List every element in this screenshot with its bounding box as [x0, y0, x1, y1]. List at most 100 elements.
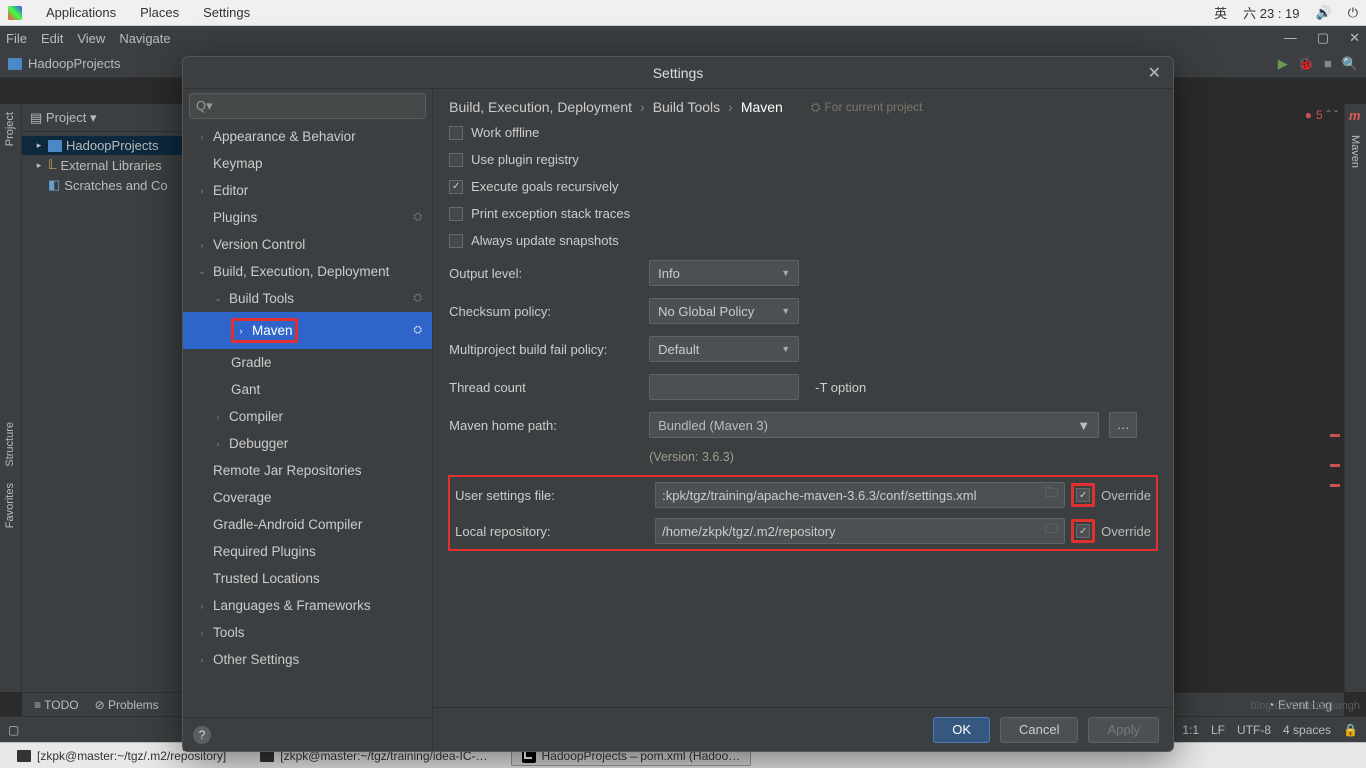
- checkbox-icon: [1076, 488, 1090, 502]
- print-exception-checkbox[interactable]: Print exception stack traces: [449, 206, 1157, 221]
- breadcrumb-a[interactable]: Build, Execution, Deployment: [449, 99, 632, 115]
- cat-editor[interactable]: ›Editor: [183, 177, 432, 204]
- ide-menu-bar: File Edit View Navigate — ▢ ✕: [0, 26, 1366, 50]
- volume-icon[interactable]: 🔊: [1316, 5, 1332, 21]
- user-settings-label: User settings file:: [455, 488, 645, 503]
- menu-edit[interactable]: Edit: [41, 31, 63, 46]
- todo-tab[interactable]: ≡ TODO: [34, 698, 79, 712]
- maven-home-select[interactable]: Bundled (Maven 3)▼: [649, 412, 1099, 438]
- left-tool-strip: Project Structure Favorites: [0, 104, 22, 692]
- cat-build[interactable]: ⌄Build, Execution, Deployment: [183, 258, 432, 285]
- window-close-icon[interactable]: ✕: [1349, 30, 1360, 46]
- override-label: Override: [1101, 488, 1151, 503]
- window-minimize-icon[interactable]: —: [1284, 30, 1297, 46]
- plugin-registry-checkbox[interactable]: Use plugin registry: [449, 152, 1157, 167]
- cat-maven[interactable]: ›Maven⛭: [183, 312, 432, 349]
- encoding[interactable]: UTF-8: [1237, 723, 1271, 737]
- indent[interactable]: 4 spaces: [1283, 723, 1331, 737]
- update-snapshots-checkbox[interactable]: Always update snapshots: [449, 233, 1157, 248]
- activities-icon: [8, 6, 22, 20]
- chevron-down-icon: ▼: [781, 344, 790, 354]
- browse-maven-home-button[interactable]: …: [1109, 412, 1137, 438]
- maven-letter-icon: m: [1345, 104, 1366, 127]
- thread-count-label: Thread count: [449, 380, 639, 395]
- error-indicator[interactable]: ●5 ˆ ˇ: [1305, 108, 1338, 122]
- favorites-tab[interactable]: Favorites: [0, 475, 20, 536]
- system-menu-bar: Applications Places Settings 英 六 23 : 19…: [0, 0, 1366, 26]
- cat-keymap[interactable]: Keymap: [183, 150, 432, 177]
- caret-position: 1:1: [1182, 723, 1199, 737]
- project-view-selector[interactable]: ▤ Project ▾: [30, 110, 97, 126]
- cat-appearance[interactable]: ›Appearance & Behavior: [183, 123, 432, 150]
- multiproject-fail-select[interactable]: Default▼: [649, 336, 799, 362]
- cat-other[interactable]: ›Other Settings: [183, 646, 432, 673]
- gear-icon: ⛭: [413, 211, 422, 224]
- cat-compiler[interactable]: ›Compiler: [183, 403, 432, 430]
- problems-tab[interactable]: ⊘ Problems: [95, 698, 159, 712]
- menu-view[interactable]: View: [77, 31, 105, 46]
- local-repo-label: Local repository:: [455, 524, 645, 539]
- help-icon[interactable]: ?: [193, 726, 211, 744]
- local-repo-override-checkbox[interactable]: [1071, 519, 1095, 543]
- cat-build-tools[interactable]: ⌄Build Tools⛭: [183, 285, 432, 312]
- dialog-close-icon[interactable]: ✕: [1148, 63, 1161, 83]
- settings-content: Build, Execution, Deployment › Build Too…: [433, 89, 1173, 751]
- user-settings-input[interactable]: :kpk/tgz/training/apache-maven-3.6.3/con…: [655, 482, 1065, 508]
- structure-tab[interactable]: Structure: [0, 414, 20, 475]
- folder-icon[interactable]: 🗀: [1045, 484, 1058, 506]
- maven-tab[interactable]: Maven: [1345, 127, 1365, 176]
- cat-gant[interactable]: Gant: [183, 376, 432, 403]
- checkbox-icon: [449, 207, 463, 221]
- cat-gradle[interactable]: Gradle: [183, 349, 432, 376]
- apply-button[interactable]: Apply: [1088, 717, 1159, 743]
- cat-remote-jar[interactable]: Remote Jar Repositories: [183, 457, 432, 484]
- work-offline-checkbox[interactable]: Work offline: [449, 125, 1157, 140]
- window-maximize-icon[interactable]: ▢: [1317, 30, 1329, 46]
- dialog-title-bar: Settings ✕: [183, 57, 1173, 89]
- cancel-button[interactable]: Cancel: [1000, 717, 1078, 743]
- breadcrumb-b[interactable]: Build Tools: [653, 99, 720, 115]
- menu-file[interactable]: File: [6, 31, 27, 46]
- folder-icon[interactable]: 🗀: [1045, 520, 1058, 542]
- user-settings-override-checkbox[interactable]: [1071, 483, 1095, 507]
- stop-icon[interactable]: ■: [1324, 56, 1332, 71]
- lock-icon[interactable]: 🔒: [1343, 723, 1358, 737]
- checksum-label: Checksum policy:: [449, 304, 639, 319]
- thread-count-input[interactable]: [649, 374, 799, 400]
- watermark: blog.csdn.net/sujiangh: [1251, 700, 1360, 712]
- run-icon[interactable]: ▶: [1278, 56, 1288, 72]
- cat-tools[interactable]: ›Tools: [183, 619, 432, 646]
- checksum-select[interactable]: No Global Policy▼: [649, 298, 799, 324]
- execute-recursive-checkbox[interactable]: Execute goals recursively: [449, 179, 1157, 194]
- cat-debugger[interactable]: ›Debugger: [183, 430, 432, 457]
- cat-plugins[interactable]: Plugins⛭: [183, 204, 432, 231]
- gear-icon: ⛭: [413, 324, 422, 337]
- override-label: Override: [1101, 524, 1151, 539]
- cat-required-plugins[interactable]: Required Plugins: [183, 538, 432, 565]
- settings-sidebar: Q▾ ›Appearance & Behavior Keymap ›Editor…: [183, 89, 433, 751]
- system-settings-menu[interactable]: Settings: [203, 5, 250, 20]
- cat-vcs[interactable]: ›Version Control: [183, 231, 432, 258]
- checkbox-icon: [449, 153, 463, 167]
- ok-button[interactable]: OK: [933, 717, 990, 743]
- output-level-select[interactable]: Info▼: [649, 260, 799, 286]
- local-repo-input[interactable]: /home/zkpk/tgz/.m2/repository 🗀: [655, 518, 1065, 544]
- cat-gradle-android[interactable]: Gradle-Android Compiler: [183, 511, 432, 538]
- maven-version: (Version: 3.6.3): [649, 450, 1157, 464]
- menu-navigate[interactable]: Navigate: [119, 31, 170, 46]
- cat-trusted[interactable]: Trusted Locations: [183, 565, 432, 592]
- input-method[interactable]: 英: [1214, 3, 1227, 22]
- maven-home-label: Maven home path:: [449, 418, 639, 433]
- applications-menu[interactable]: Applications: [46, 5, 116, 20]
- power-icon[interactable]: ⏻: [1348, 5, 1358, 21]
- status-icon[interactable]: ▢: [8, 723, 19, 737]
- project-tab[interactable]: Project: [0, 104, 20, 154]
- places-menu[interactable]: Places: [140, 5, 179, 20]
- search-icon[interactable]: 🔍: [1342, 56, 1358, 72]
- debug-icon[interactable]: 🐞: [1298, 56, 1314, 72]
- cat-coverage[interactable]: Coverage: [183, 484, 432, 511]
- line-sep[interactable]: LF: [1211, 723, 1225, 737]
- chevron-down-icon: ▼: [1077, 418, 1090, 433]
- settings-search-input[interactable]: Q▾: [189, 93, 426, 119]
- cat-lang-frameworks[interactable]: ›Languages & Frameworks: [183, 592, 432, 619]
